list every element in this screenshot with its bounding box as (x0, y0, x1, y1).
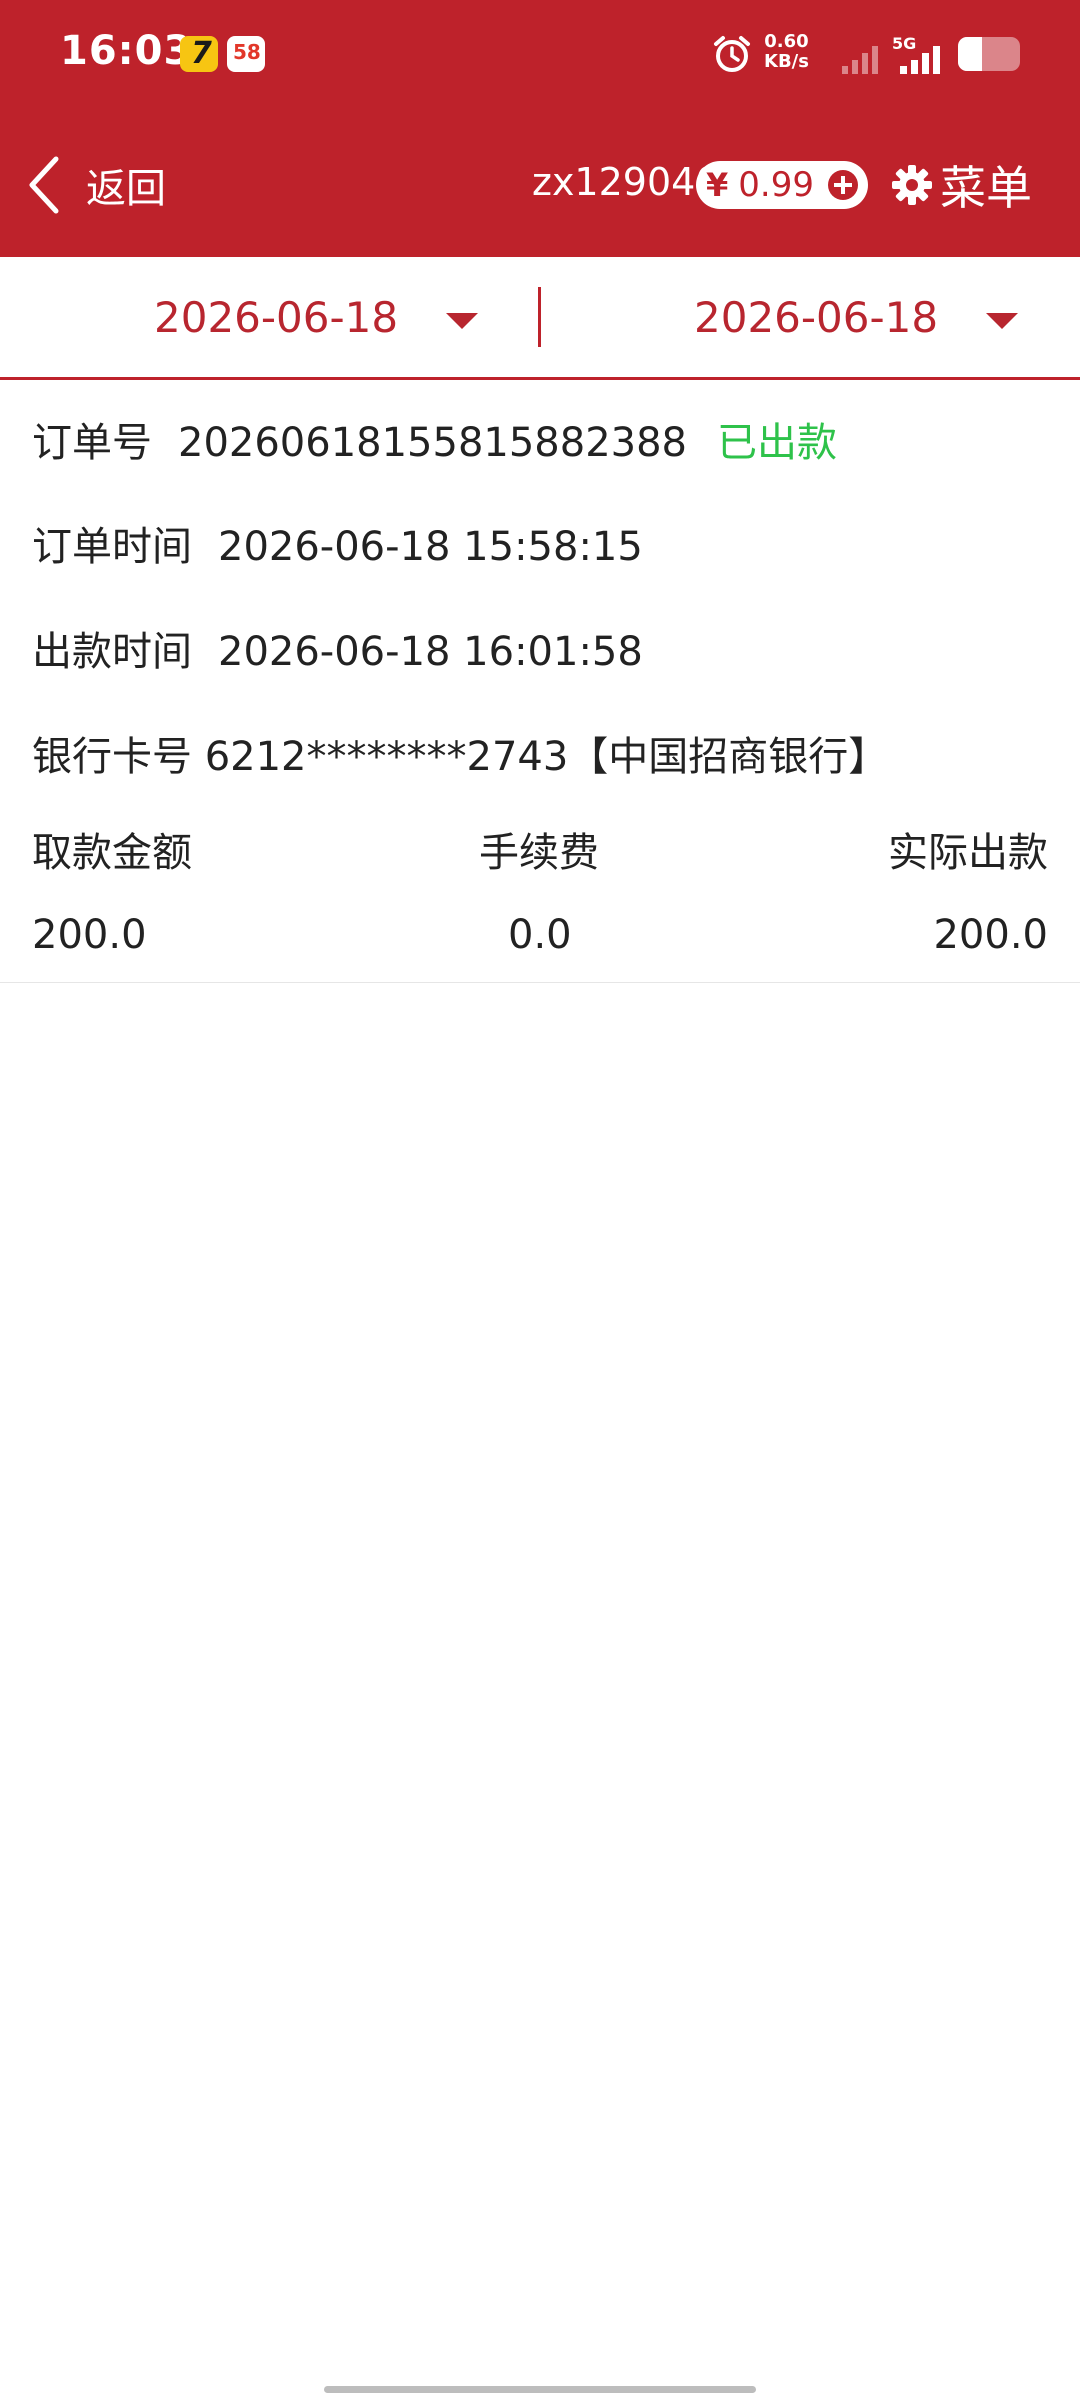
signal-weak-icon (842, 46, 878, 74)
balance-pill[interactable]: ¥ 0.99 (696, 161, 868, 209)
network-speed: 0.60 KB/s (764, 32, 809, 72)
status-time: 16:03 (60, 28, 193, 74)
withdraw-amount-header: 取款金额 (32, 830, 192, 876)
withdraw-amount-value: 200.0 (32, 912, 147, 958)
fee-header: 手续费 (479, 830, 599, 876)
fee-value: 0.0 (508, 912, 572, 958)
status-badge: 已出款 (716, 420, 837, 466)
app-icon-label: 58 (233, 40, 261, 64)
chevron-left-icon (29, 156, 59, 214)
battery-icon (958, 37, 1020, 71)
speed-unit: KB/s (764, 51, 809, 72)
alarm-icon (714, 36, 750, 72)
user-id: zx129040 (532, 160, 720, 204)
payout-time-row: 出款时间 2026-06-18 16:01:58 (32, 619, 643, 677)
start-date-picker[interactable]: 2026-06-18 (154, 257, 484, 377)
back-label: 返回 (86, 166, 166, 212)
menu-label: 菜单 (940, 161, 1032, 215)
actual-payout-header: 实际出款 (888, 830, 1048, 876)
status-bar: 16:03 7 58 0.60 KB/s 5G (0, 0, 1080, 110)
dropdown-arrow-icon (446, 313, 478, 329)
order-number-row: 订单号 20260618155815882388 已出款 (32, 410, 837, 468)
currency-symbol: ¥ (706, 166, 729, 204)
app-58-icon: 58 (227, 36, 265, 72)
actual-payout-value: 200.0 (933, 912, 1048, 958)
order-number-label: 订单号 (32, 420, 152, 466)
payout-time-label: 出款时间 (32, 629, 192, 675)
bank-card-row: 银行卡号 6212********2743【中国招商银行】 (32, 734, 889, 780)
start-date: 2026-06-18 (154, 292, 399, 342)
app-header: 16:03 7 58 0.60 KB/s 5G 返回 zx129040 ¥ 0.… (0, 0, 1080, 257)
back-button[interactable]: 返回 (22, 150, 166, 220)
plus-circle-icon[interactable] (828, 170, 858, 200)
order-time-row: 订单时间 2026-06-18 15:58:15 (32, 514, 643, 572)
end-date-picker[interactable]: 2026-06-18 (694, 257, 1024, 377)
end-date: 2026-06-18 (694, 292, 939, 342)
order-time-label: 订单时间 (32, 524, 192, 570)
order-number: 20260618155815882388 (178, 420, 687, 466)
order-card[interactable]: 订单号 20260618155815882388 已出款 订单时间 2026-06-1… (0, 380, 1080, 983)
order-time: 2026-06-18 15:58:15 (218, 524, 643, 570)
home-indicator[interactable] (324, 2386, 756, 2393)
app-icon-label: 7 (191, 36, 212, 71)
date-divider (538, 287, 541, 347)
menu-button[interactable]: 菜单 (890, 155, 1032, 215)
gear-icon (892, 165, 932, 205)
app-notification-icon: 7 (180, 36, 218, 72)
date-filter-bar: 2026-06-18 2026-06-18 (0, 257, 1080, 380)
battery-fill (958, 37, 982, 71)
payout-time: 2026-06-18 16:01:58 (218, 629, 643, 675)
dropdown-arrow-icon (986, 313, 1018, 329)
speed-value: 0.60 (764, 31, 809, 52)
signal-5g-icon: 5G (892, 34, 948, 74)
balance-value: 0.99 (738, 165, 814, 205)
